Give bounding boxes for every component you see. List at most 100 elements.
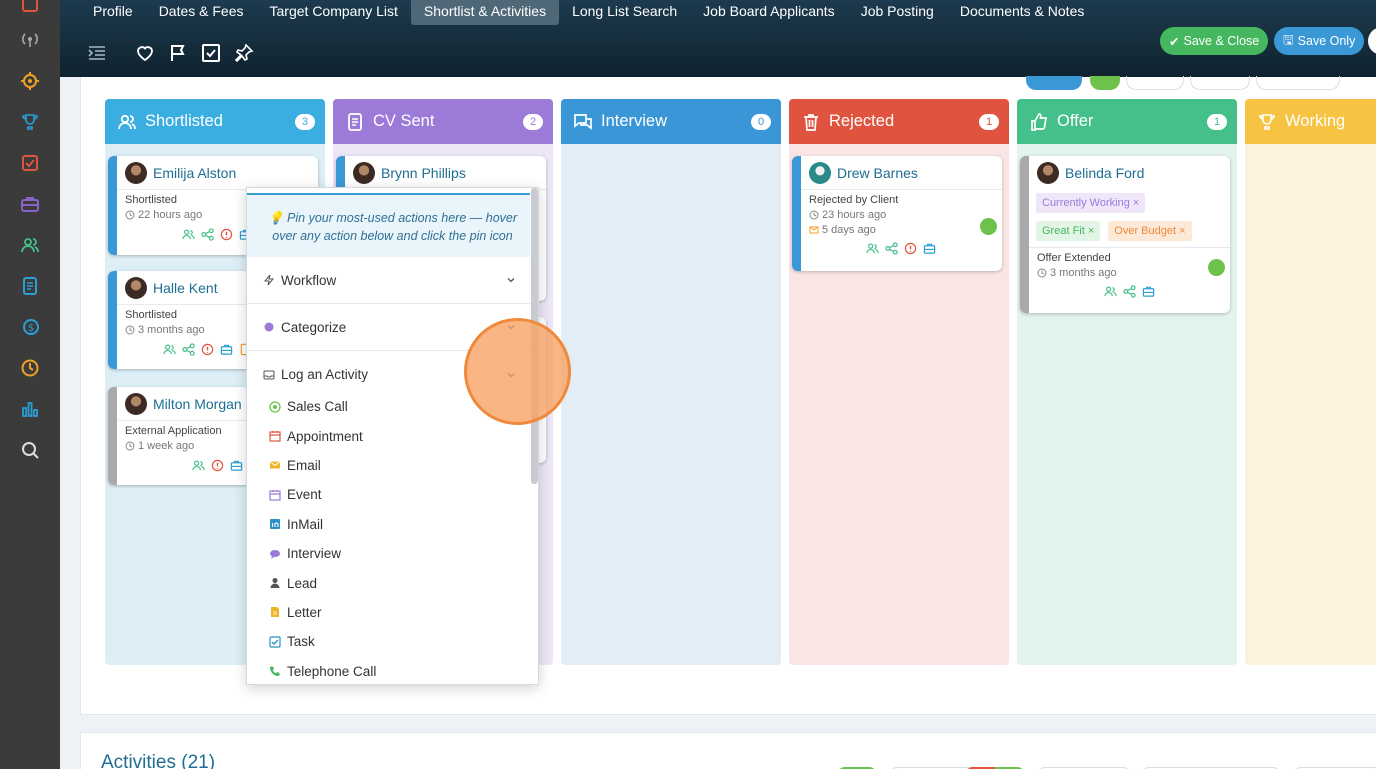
- candidate-name[interactable]: Brynn Phillips: [381, 165, 466, 181]
- tab-long-list-search[interactable]: Long List Search: [559, 0, 690, 25]
- document-icon[interactable]: [18, 274, 42, 298]
- flag-icon[interactable]: [167, 42, 189, 64]
- avatar: [125, 276, 147, 299]
- check-icon: ✔: [1169, 34, 1180, 49]
- share-icon[interactable]: [1123, 285, 1136, 298]
- column-body: [561, 144, 781, 665]
- users-icon[interactable]: [192, 459, 205, 472]
- users-icon[interactable]: [1104, 285, 1117, 298]
- section-label: Log an Activity: [281, 367, 369, 382]
- filter-toggle[interactable]: [1090, 76, 1120, 90]
- users-icon: [117, 112, 137, 132]
- briefcase-icon[interactable]: [230, 459, 243, 472]
- share-icon[interactable]: [201, 228, 214, 241]
- item-label: Appointment: [287, 428, 363, 444]
- envelope-icon: [269, 459, 281, 471]
- candidate-name[interactable]: Belinda Ford: [1065, 165, 1144, 181]
- column-title: Rejected: [829, 112, 895, 130]
- menu-item-lead[interactable]: Lead: [247, 568, 538, 597]
- column-header: Rejected 1: [789, 99, 1009, 144]
- share-icon[interactable]: [885, 242, 898, 255]
- circle-icon: [263, 321, 275, 333]
- candidate-card[interactable]: Belinda Ford Currently Working × Great F…: [1020, 156, 1230, 313]
- users-icon[interactable]: [163, 343, 176, 356]
- column-header: Shortlisted 3: [105, 99, 325, 144]
- clock-icon: [1037, 268, 1047, 278]
- tab-target-company-list[interactable]: Target Company List: [257, 0, 411, 25]
- chevron-down-icon[interactable]: [506, 275, 516, 285]
- briefcase-icon[interactable]: [1142, 285, 1155, 298]
- column-offer: Offer 1 Belinda Ford Currently Working ×…: [1017, 99, 1237, 665]
- toolbar-button[interactable]: [1256, 76, 1340, 90]
- briefcase-icon[interactable]: [923, 242, 936, 255]
- briefcase-icon[interactable]: [18, 192, 42, 216]
- bar-chart-icon[interactable]: [18, 397, 42, 421]
- more-button[interactable]: [1368, 27, 1376, 55]
- section-workflow[interactable]: Workflow: [247, 257, 538, 304]
- toolbar-button[interactable]: [1190, 76, 1250, 90]
- menu-item-letter[interactable]: Letter: [247, 598, 538, 627]
- menu-item-appointment[interactable]: Appointment: [247, 421, 538, 450]
- task-check-icon: [269, 636, 281, 648]
- column-rejected: Rejected 1 Drew Barnes Rejected by Clien…: [789, 99, 1009, 665]
- checkbox-icon[interactable]: [18, 151, 42, 175]
- view-toggle[interactable]: [1026, 76, 1082, 90]
- briefcase-icon[interactable]: [220, 343, 233, 356]
- clock-icon[interactable]: [18, 356, 42, 380]
- trophy-icon: [1257, 112, 1277, 132]
- column-header: CV Sent 2: [333, 99, 553, 144]
- heart-icon[interactable]: [134, 42, 156, 64]
- column-header: Working: [1245, 99, 1376, 144]
- alert-icon[interactable]: [211, 459, 224, 472]
- count-badge: 1: [1207, 113, 1227, 130]
- tab-job-posting[interactable]: Job Posting: [848, 0, 947, 25]
- inbox-icon[interactable]: [18, 0, 42, 16]
- tab-profile[interactable]: Profile: [80, 0, 146, 25]
- search-icon[interactable]: [18, 438, 42, 462]
- pin-icon[interactable]: [233, 42, 255, 64]
- menu-item-email[interactable]: Email: [247, 451, 538, 480]
- tab-job-board-applicants[interactable]: Job Board Applicants: [690, 0, 848, 25]
- toolbar-button[interactable]: [1126, 76, 1184, 90]
- tab-dates-fees[interactable]: Dates & Fees: [146, 0, 257, 25]
- item-label: Email: [287, 457, 321, 473]
- candidate-name[interactable]: Emilija Alston: [153, 165, 236, 181]
- count-badge: 0: [751, 113, 771, 130]
- alert-icon[interactable]: [220, 228, 233, 241]
- coins-icon[interactable]: $: [18, 315, 42, 339]
- candidate-name[interactable]: Halle Kent: [153, 280, 218, 296]
- alert-icon[interactable]: [201, 343, 214, 356]
- clock-icon: [125, 210, 135, 220]
- broadcast-icon[interactable]: [18, 28, 42, 52]
- menu-item-interview[interactable]: Interview: [247, 539, 538, 568]
- users-icon[interactable]: [182, 228, 195, 241]
- tab-shortlist-activities[interactable]: Shortlist & Activities: [410, 0, 560, 25]
- count-badge: 3: [295, 113, 315, 130]
- candidate-name[interactable]: Milton Morgan: [153, 396, 242, 412]
- candidate-card[interactable]: Drew Barnes Rejected by Client 23 hours …: [792, 156, 1002, 271]
- users-icon[interactable]: [866, 242, 879, 255]
- tag-chip[interactable]: Over Budget ×: [1108, 221, 1192, 241]
- tag-chip[interactable]: Great Fit ×: [1036, 221, 1101, 241]
- target-icon[interactable]: [18, 69, 42, 93]
- save-close-button[interactable]: ✔ Save & Close: [1160, 27, 1269, 55]
- candidate-name[interactable]: Drew Barnes: [837, 165, 918, 181]
- menu-item-task[interactable]: Task: [247, 627, 538, 656]
- collapse-menu-icon[interactable]: [86, 42, 108, 64]
- users-icon[interactable]: [18, 233, 42, 257]
- trophy-icon[interactable]: [18, 110, 42, 134]
- checkbox-icon[interactable]: [200, 42, 222, 64]
- menu-item-inmail[interactable]: InMail: [247, 510, 538, 539]
- item-label: Task: [287, 634, 315, 650]
- actions-dropdown[interactable]: 💡 Pin your most-used actions here — hove…: [246, 187, 539, 685]
- tag-chip[interactable]: Currently Working ×: [1036, 193, 1146, 213]
- click-indicator: [464, 318, 571, 425]
- menu-item-event[interactable]: Event: [247, 480, 538, 509]
- share-icon[interactable]: [182, 343, 195, 356]
- alert-icon[interactable]: [904, 242, 917, 255]
- item-label: InMail: [287, 516, 324, 532]
- column-working: Working: [1245, 99, 1376, 665]
- tab-documents-notes[interactable]: Documents & Notes: [947, 0, 1098, 25]
- menu-item-telephone-call[interactable]: Telephone Call: [247, 657, 538, 684]
- save-only-button[interactable]: 🖫 Save Only: [1274, 27, 1365, 55]
